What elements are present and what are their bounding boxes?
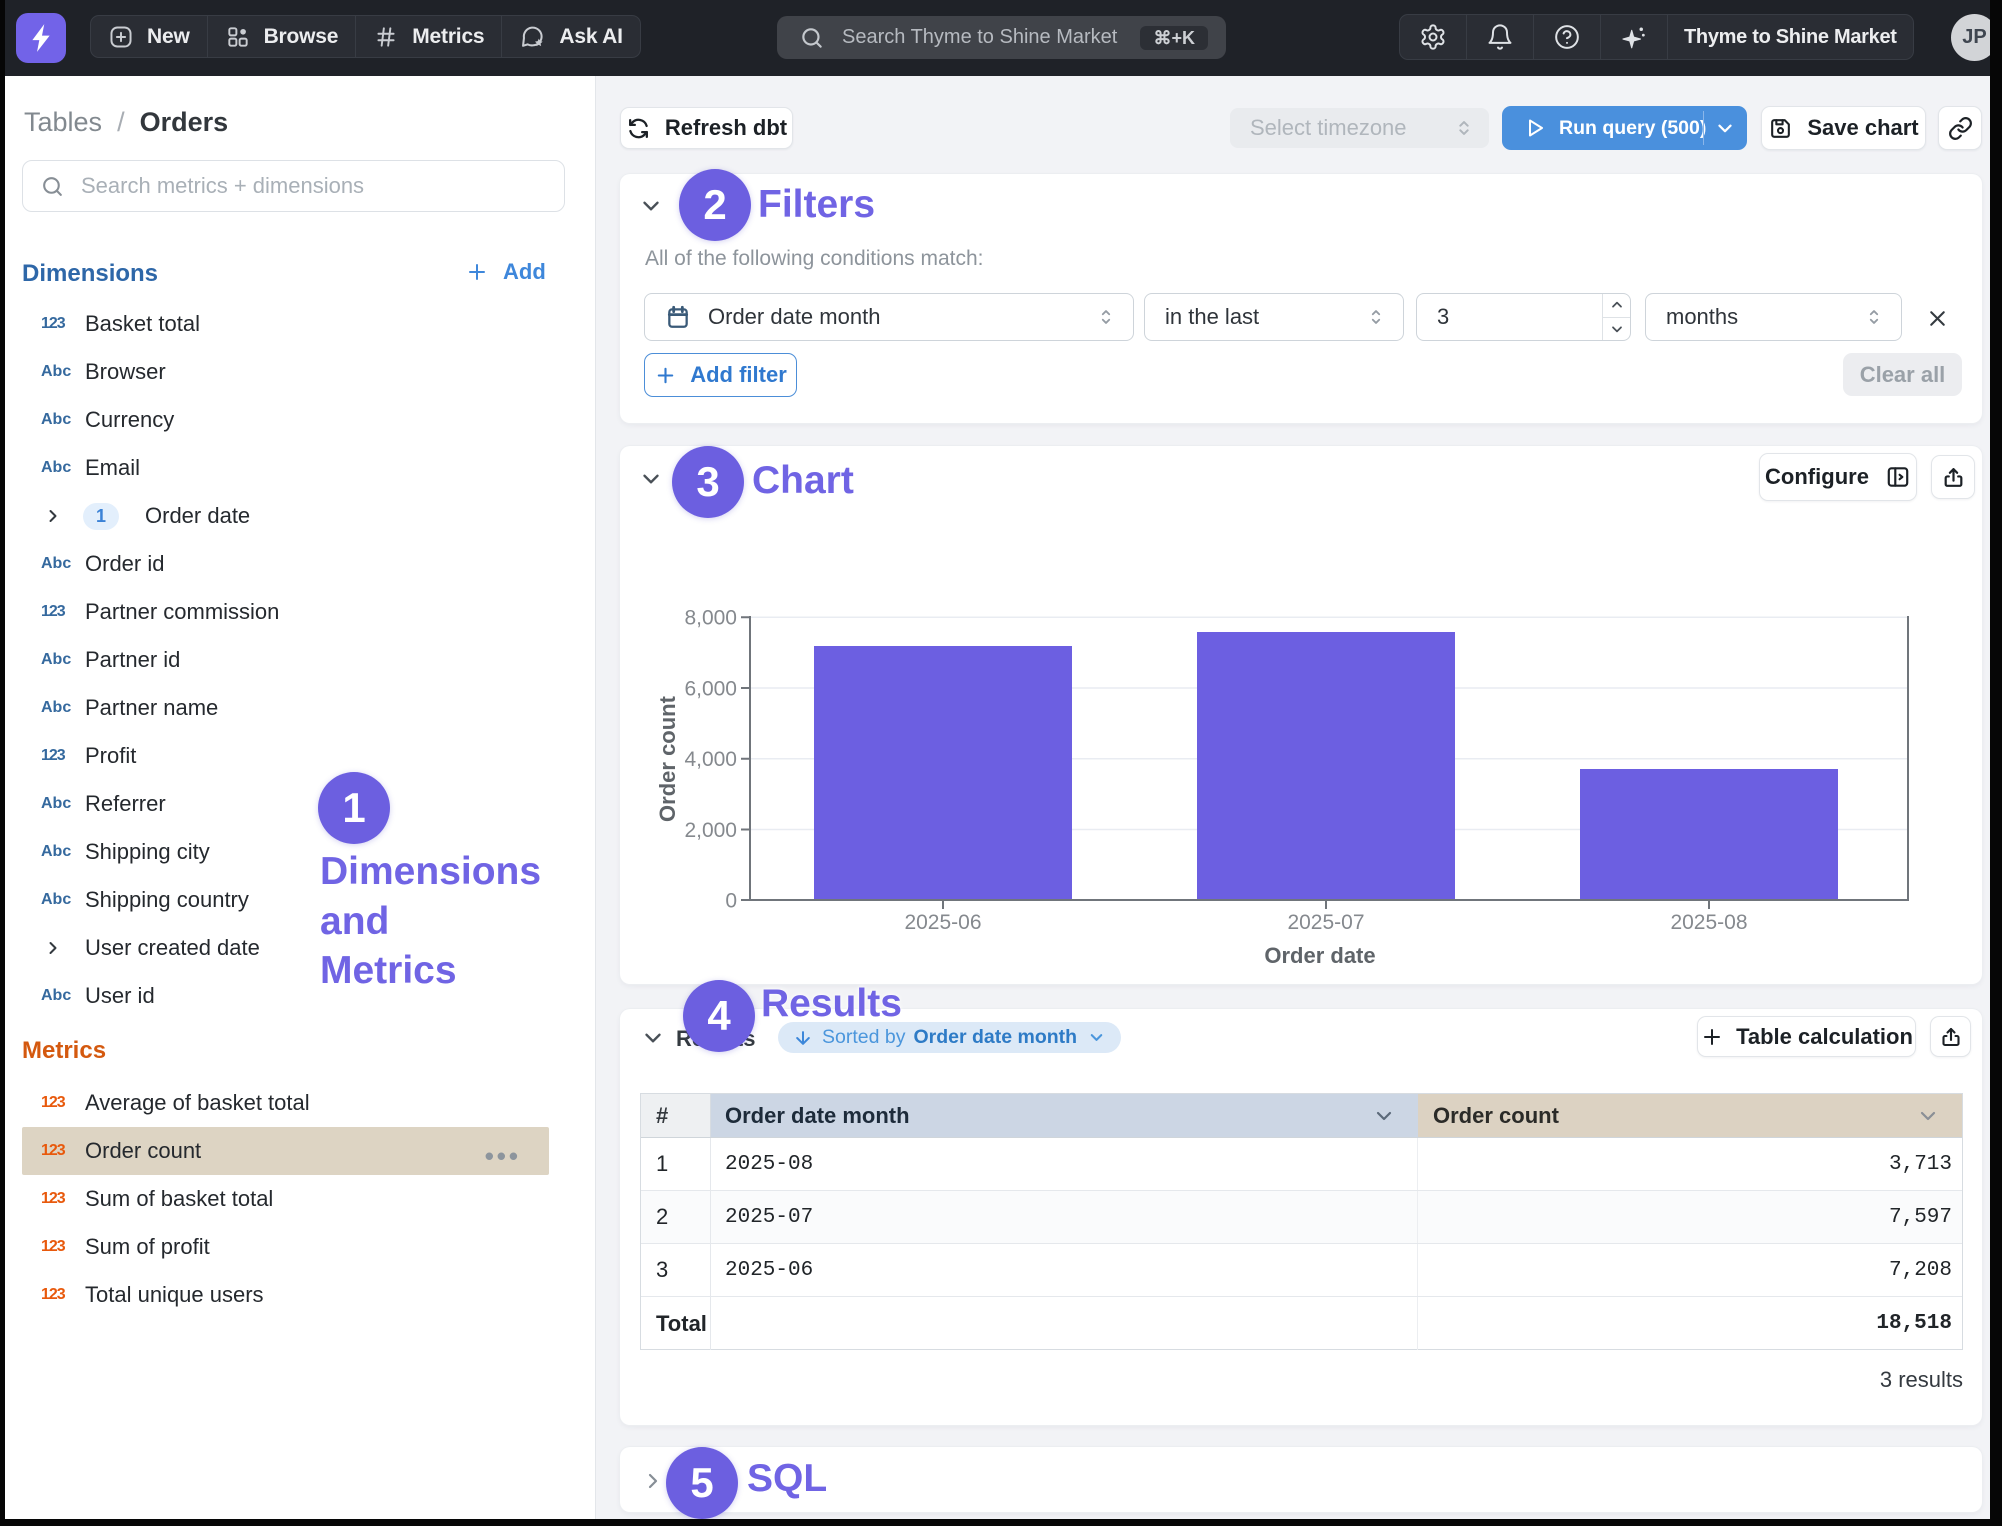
svg-text:Order count: Order count (655, 695, 680, 822)
svg-text:2025-08: 2025-08 (1670, 911, 1747, 934)
svg-text:Order date: Order date (1264, 943, 1375, 968)
svg-text:2,000: 2,000 (684, 819, 737, 842)
svg-text:6,000: 6,000 (684, 678, 737, 701)
svg-text:2025-06: 2025-06 (904, 911, 981, 934)
svg-text:2025-07: 2025-07 (1287, 911, 1364, 934)
svg-text:0: 0 (725, 890, 737, 913)
svg-text:4,000: 4,000 (684, 748, 737, 771)
svg-text:8,000: 8,000 (684, 607, 737, 630)
